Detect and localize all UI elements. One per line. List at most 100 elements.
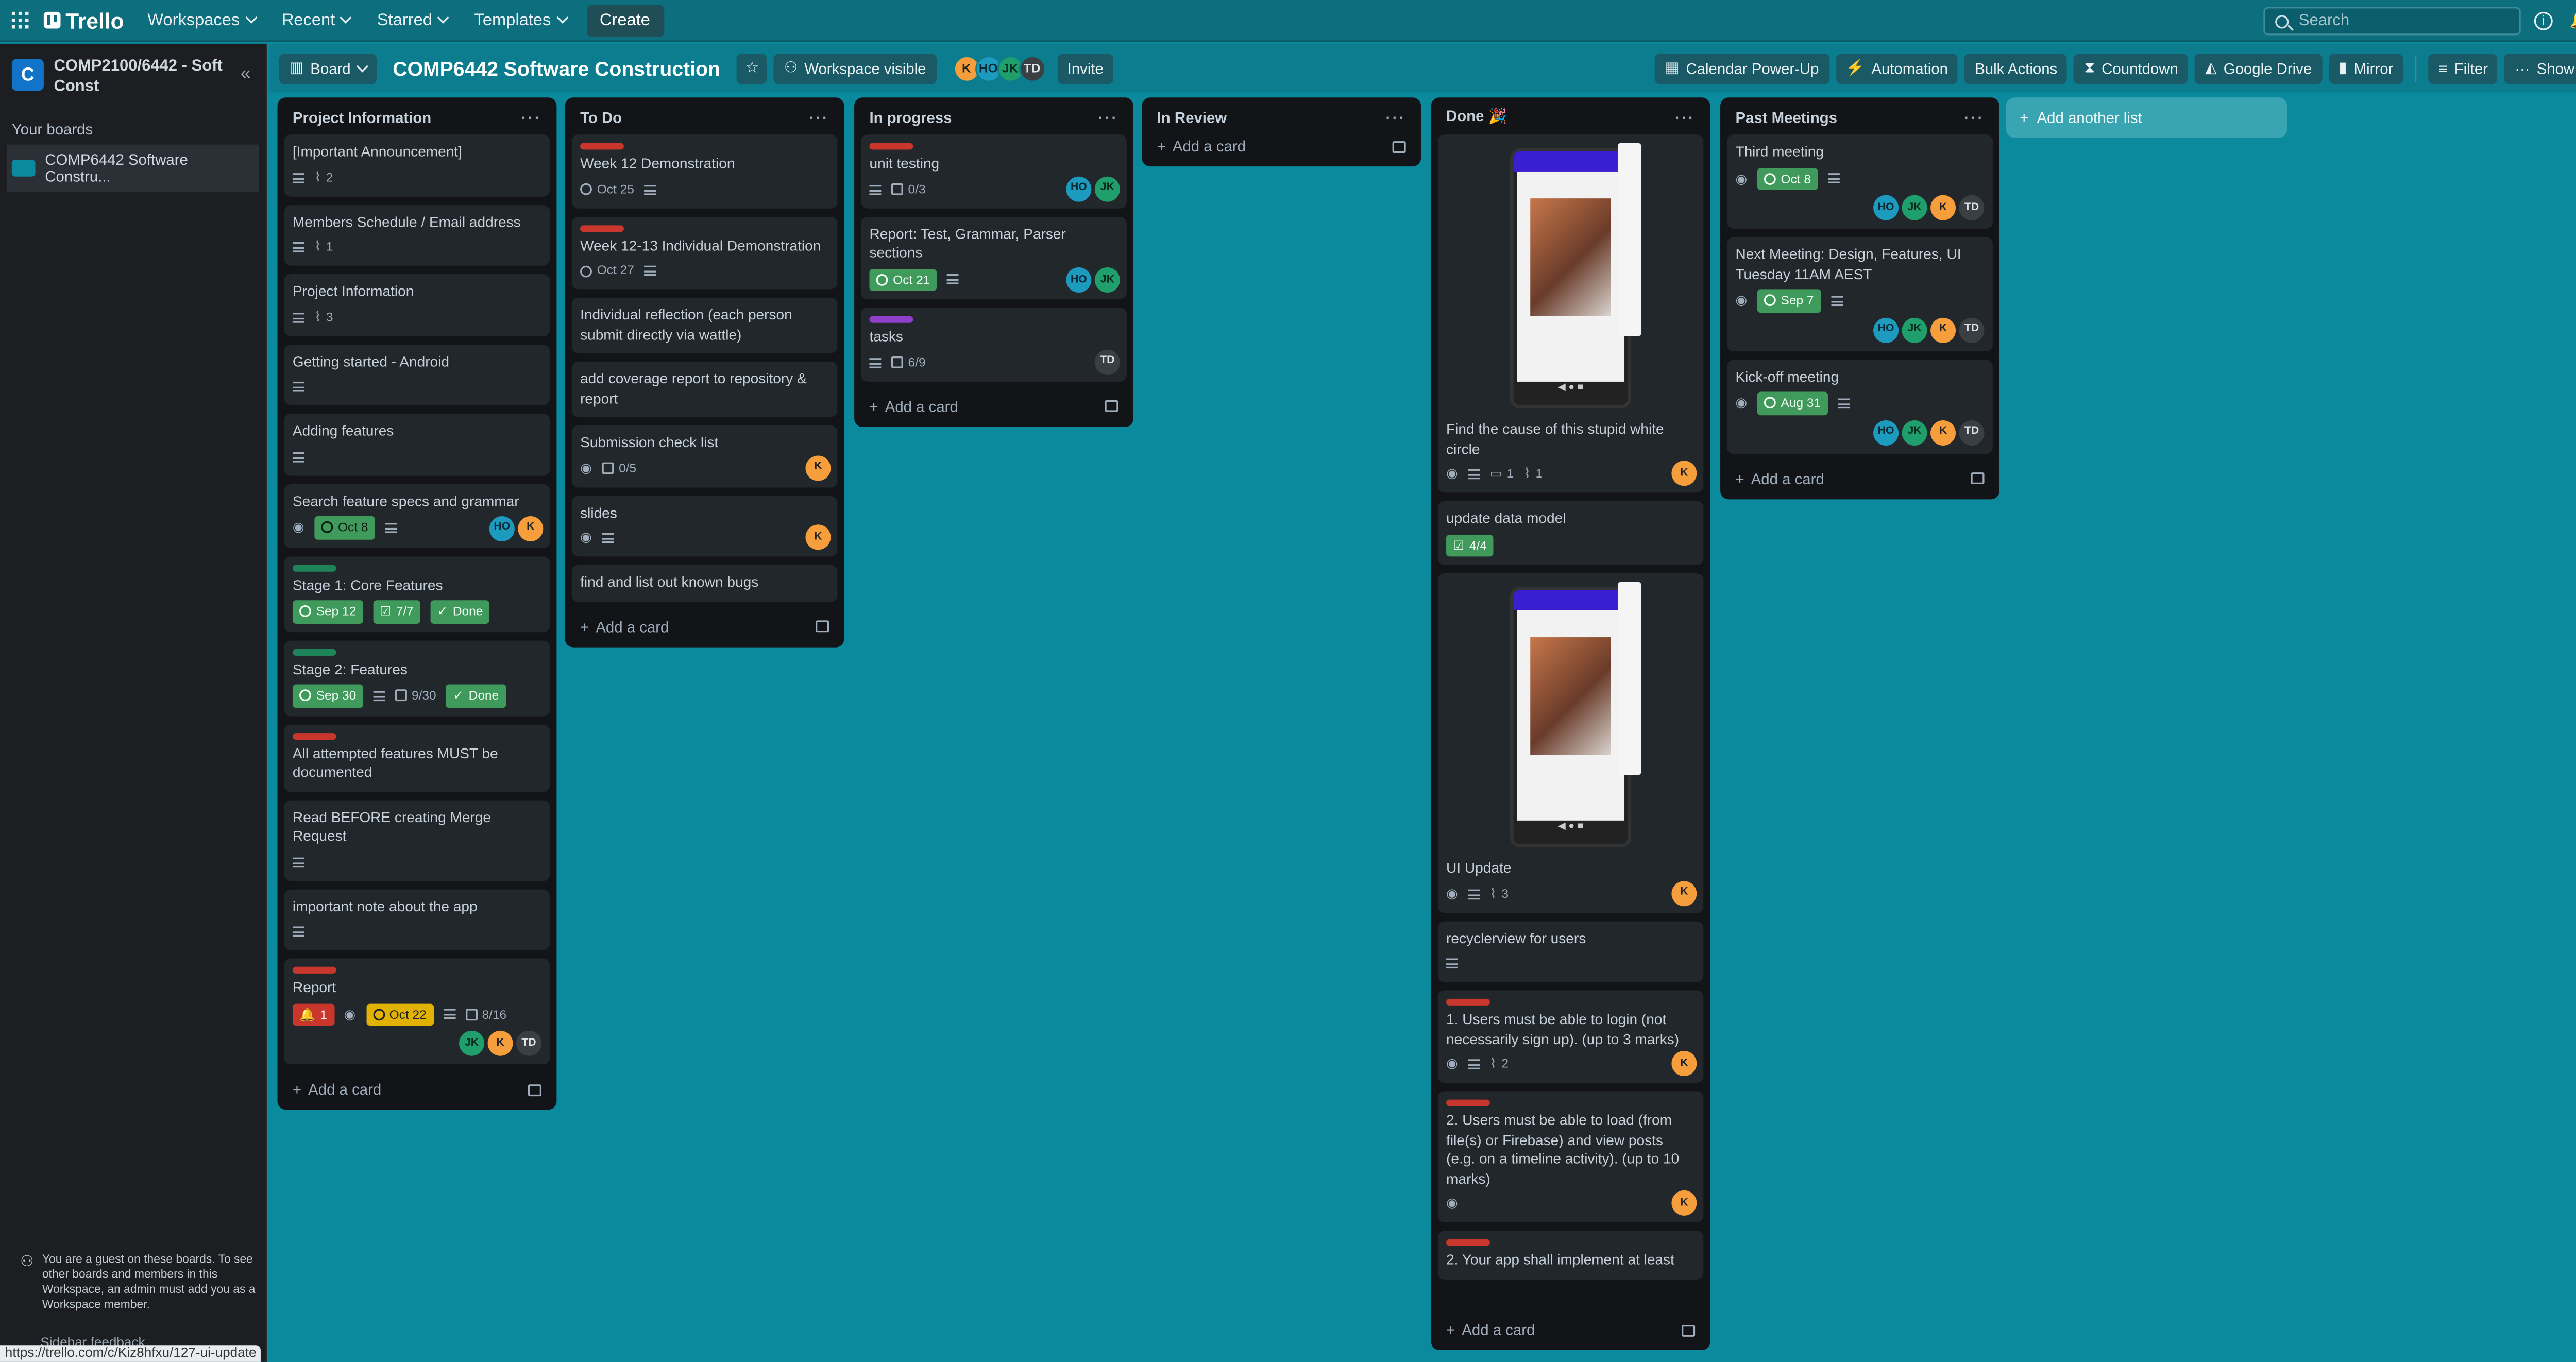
workspace-name[interactable]: COMP2100/6442 - Soft Const [54,57,230,97]
star-button[interactable]: ☆ [737,53,768,83]
board-view-switcher[interactable]: ▥ Board [279,53,376,83]
member-avatar[interactable]: K [1671,461,1697,486]
card[interactable]: unit testing 0/3 HO JK [861,134,1127,208]
card-label[interactable] [869,316,913,323]
add-card-button[interactable]: + Add a card [1437,1313,1704,1350]
create-button[interactable]: Create [586,4,664,37]
member-avatar[interactable]: JK [1094,267,1120,293]
add-card-button[interactable]: + Add a card [284,1072,550,1110]
card[interactable]: Stage 1: Core Features Sep 12 ☑ 7/7 ✓ Done [284,555,550,632]
due-date-badge[interactable]: Oct 21 [869,268,937,291]
card[interactable]: Report: Test, Grammar, Parser sections O… [861,216,1127,299]
board-title[interactable]: COMP6442 Software Construction [393,56,720,80]
sidebar-board-item[interactable]: COMP6442 Software Constru... [7,144,259,192]
card[interactable]: Week 12-13 Individual Demonstration Oct … [571,216,838,290]
member-avatar[interactable]: HO [1873,317,1899,343]
due-date-badge[interactable]: Aug 31 [1757,391,1828,415]
member-avatar[interactable]: JK [1902,419,1927,445]
nav-starred[interactable]: Starred [377,11,449,29]
visibility-button[interactable]: ⚇ Workspace visible [774,53,937,83]
due-date-badge[interactable]: Sep 7 [1757,289,1821,312]
card-template-icon[interactable] [1971,472,1985,485]
card[interactable]: 2. Your app shall implement at least [1437,1231,1704,1279]
card-label[interactable] [580,143,624,150]
member-avatar[interactable]: K [805,524,831,550]
member-avatar[interactable]: HO [1873,419,1899,445]
card-label[interactable] [292,564,336,571]
card[interactable]: Search feature specs and grammar ◉ Oct 8 … [284,483,550,548]
card-template-icon[interactable] [528,1083,542,1096]
member-avatar[interactable]: TD [1019,55,1046,82]
due-date-badge[interactable]: Sep 12 [292,600,363,623]
filter-button[interactable]: ≡ Filter [2428,53,2498,83]
member-avatar[interactable]: JK [1094,176,1120,201]
bell-icon[interactable]: 🔔 [2569,11,2576,30]
card-template-icon[interactable] [816,620,829,633]
due-date-badge[interactable]: Sep 30 [292,684,363,707]
card[interactable]: add coverage report to repository & repo… [571,361,838,417]
collapse-sidebar-icon[interactable]: « [241,64,251,84]
card[interactable]: Individual reflection (each person submi… [571,297,838,353]
search-input[interactable]: Search [2263,7,2521,36]
list-menu-icon[interactable]: ··· [1964,109,1984,126]
card-label[interactable] [1446,1099,1490,1106]
card[interactable]: Read BEFORE creating Merge Request [284,799,550,880]
card-label[interactable] [580,224,624,231]
card[interactable]: Stage 2: Features Sep 30 9/30 ✓ Done [284,639,550,716]
card[interactable]: tasks 6/9 TD [861,308,1127,381]
member-avatar[interactable]: HO [1873,195,1899,220]
nav-workspaces[interactable]: Workspaces [147,11,257,29]
member-avatar[interactable]: TD [1959,195,1985,220]
member-avatar[interactable]: K [1930,419,1956,445]
card[interactable]: find and list out known bugs [571,565,838,601]
member-avatar[interactable]: HO [1066,176,1092,201]
add-card-button[interactable]: + Add a card [1148,129,1414,166]
nav-recent[interactable]: Recent [282,11,352,29]
due-date-badge[interactable]: Oct 22 [365,1002,433,1026]
bulk-actions-button[interactable]: Bulk Actions [1964,53,2067,83]
card[interactable]: Project Information ⌇ 3 [284,274,550,336]
card[interactable]: update data model ☑ 4/4 [1437,501,1704,565]
card-label[interactable] [292,648,336,655]
workspace-tile[interactable]: C [11,59,44,91]
apps-grid-icon[interactable] [11,11,29,29]
add-list-button[interactable]: + Add another list [2006,97,2287,138]
member-avatar[interactable]: TD [516,1030,542,1056]
google-drive-button[interactable]: ◭ Google Drive [2195,53,2322,83]
add-card-button[interactable]: + Add a card [861,389,1127,427]
card[interactable]: Kick-off meeting ◉ Aug 31 HO JK K TD [1727,359,1993,453]
member-avatar[interactable]: K [1671,880,1697,906]
card-template-icon[interactable] [1105,400,1118,412]
card-template-icon[interactable] [1682,1324,1696,1336]
member-avatar[interactable]: K [1671,1051,1697,1076]
automation-button[interactable]: ⚡ Automation [1836,53,1958,83]
member-avatar[interactable]: TD [1959,317,1985,343]
card[interactable]: Week 12 Demonstration Oct 25 [571,134,838,208]
due-date-badge[interactable]: Oct 8 [1757,167,1818,190]
member-avatar[interactable]: HO [489,515,515,541]
list-menu-icon[interactable]: ··· [1675,109,1695,126]
nav-templates[interactable]: Templates [474,11,568,29]
card[interactable]: 2. Users must be able to load (from file… [1437,1091,1704,1222]
info-icon[interactable]: i [2534,11,2553,30]
member-avatar[interactable]: JK [1902,317,1927,343]
card-label[interactable] [869,143,913,150]
member-avatar[interactable]: K [1671,1190,1697,1216]
invite-button[interactable]: Invite [1057,53,1114,83]
list-menu-icon[interactable]: ··· [1386,109,1406,126]
card[interactable]: ◀ ● ■ UI Update ◉ ⌇ 3 K [1437,573,1704,912]
add-card-button[interactable]: + Add a card [572,609,838,646]
card[interactable]: [Important Announcement] ⌇ 2 [284,134,550,196]
mirror-button[interactable]: ▮ Mirror [2328,53,2403,83]
card-label[interactable] [1446,998,1490,1006]
card[interactable]: ◀ ● ■ Find the cause of this stupid whit… [1437,134,1704,493]
due-date-badge[interactable]: Oct 8 [314,516,375,539]
card-label[interactable] [292,732,336,739]
member-avatar[interactable]: K [487,1030,513,1056]
card-template-icon[interactable] [1392,140,1406,152]
card-label[interactable] [292,966,336,974]
card-label[interactable] [1446,1239,1490,1246]
card[interactable]: Next Meeting: Design, Features, UI Tuesd… [1727,237,1993,351]
member-avatar[interactable]: K [1930,195,1956,220]
card[interactable]: slides ◉ K [571,495,838,557]
